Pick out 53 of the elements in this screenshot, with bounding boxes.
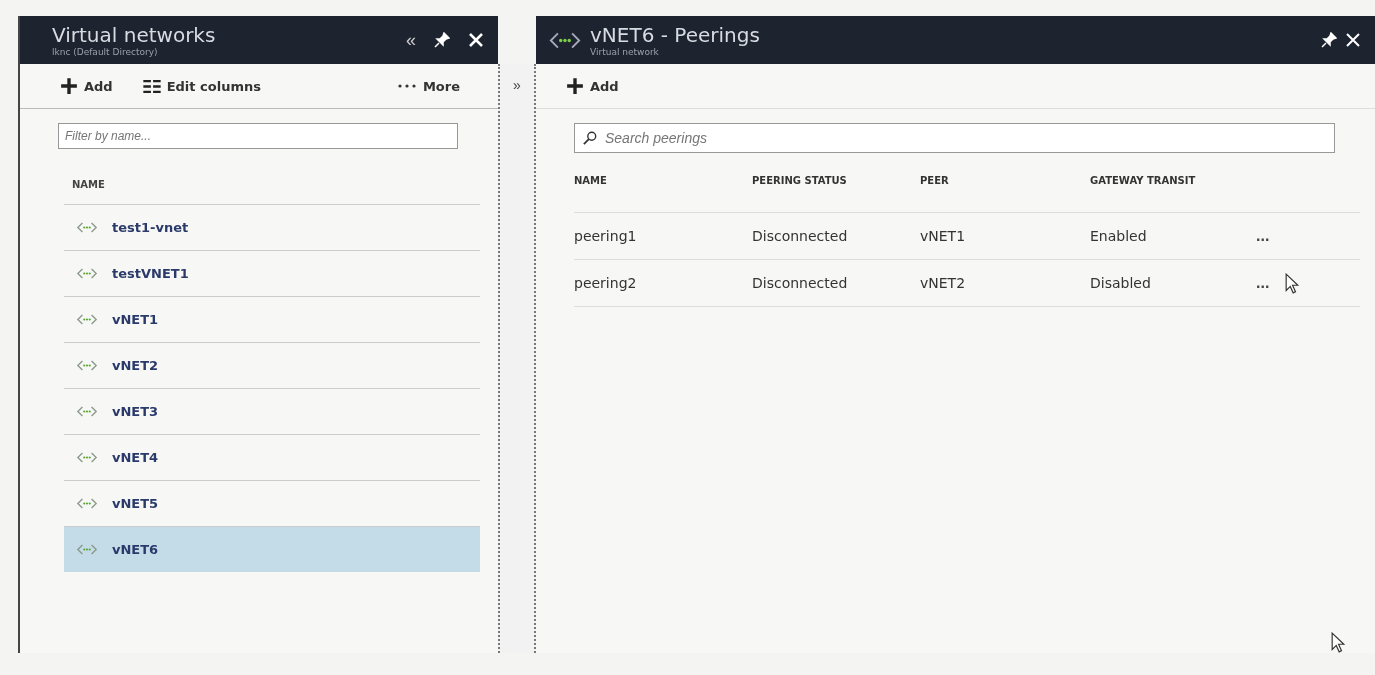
network-icon (76, 544, 98, 555)
blade-subtitle: lknc (Default Directory) (52, 47, 159, 57)
table-cell: peering1 (574, 213, 752, 260)
network-list-item[interactable]: vNET4 (64, 434, 480, 480)
add-button[interactable]: Add (58, 75, 115, 97)
expand-button[interactable]: » (509, 70, 525, 100)
blade-title: vNET6 - Peerings (590, 23, 761, 47)
close-icon[interactable] (1345, 32, 1361, 48)
network-icon (548, 31, 582, 49)
table-cell: peering2 (574, 260, 752, 307)
network-list-item[interactable]: test1-vnet (64, 204, 480, 250)
network-icon (76, 314, 98, 325)
network-list-item[interactable]: vNET3 (64, 388, 480, 434)
column-header[interactable]: PEER (920, 161, 1090, 213)
network-list-item[interactable]: testVNET1 (64, 250, 480, 296)
blade-subtitle: Virtual network (590, 47, 660, 57)
table-cell: vNET2 (920, 260, 1090, 307)
pin-icon[interactable] (434, 32, 450, 48)
plus-icon (566, 77, 584, 95)
network-list-item[interactable]: vNET1 (64, 296, 480, 342)
network-icon (76, 406, 98, 417)
table-cell: Disconnected (752, 260, 920, 307)
table-cell: vNET1 (920, 213, 1090, 260)
close-icon[interactable] (468, 32, 484, 48)
network-list-item[interactable]: vNET2 (64, 342, 480, 388)
network-icon (76, 498, 98, 509)
add-button[interactable]: Add (564, 75, 621, 97)
network-icon (76, 360, 98, 371)
network-list-item[interactable]: vNET6 (64, 526, 480, 572)
more-button[interactable]: ... (1250, 274, 1276, 292)
table-cell: Enabled (1090, 213, 1250, 260)
pin-icon[interactable] (1321, 32, 1337, 48)
search-field[interactable]: Search peerings (574, 123, 1335, 153)
ellipsis-icon (396, 83, 417, 89)
column-header[interactable]: NAME (72, 179, 105, 190)
table-cell: Disabled (1090, 260, 1250, 307)
network-icon (76, 452, 98, 463)
search-icon (583, 131, 597, 145)
collapse-button[interactable]: « (406, 29, 416, 51)
network-icon (76, 268, 98, 279)
pointer-icon (1285, 272, 1300, 294)
plus-icon (60, 77, 78, 95)
filter-field[interactable]: Filter by name... (58, 123, 458, 149)
column-header[interactable]: NAME (574, 161, 752, 213)
column-header[interactable]: PEERING STATUS (752, 161, 920, 213)
columns-button[interactable]: Edit columns (140, 76, 263, 96)
blade-title: Virtual networks (52, 23, 217, 47)
more-button[interactable]: More (394, 76, 462, 96)
columns-icon (142, 79, 161, 93)
column-header[interactable]: GATEWAY TRANSIT (1090, 161, 1250, 213)
more-button[interactable]: ... (1250, 227, 1276, 245)
table-cell: Disconnected (752, 213, 920, 260)
network-icon (76, 222, 98, 233)
